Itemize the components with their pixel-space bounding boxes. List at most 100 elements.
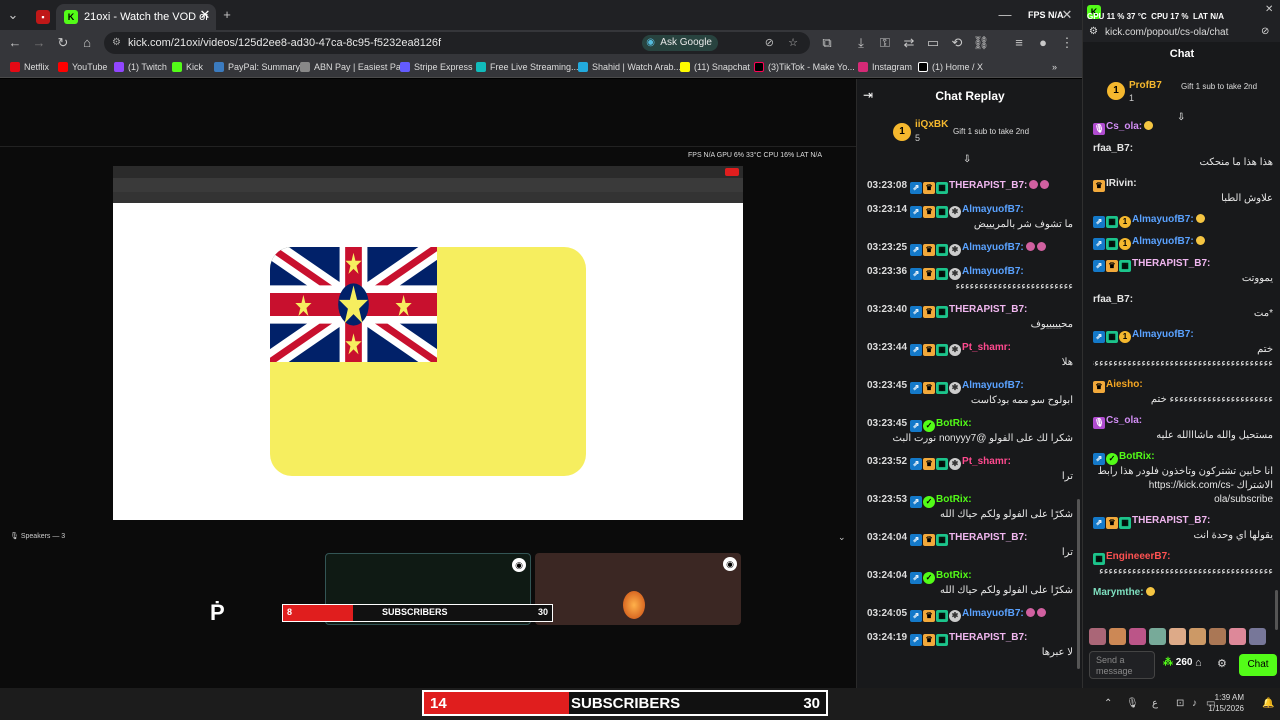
channel-points[interactable]: ⁂ 260 (1163, 657, 1192, 668)
viewer-avatar[interactable] (1189, 628, 1206, 645)
eye-off-icon[interactable]: ⊘ (1261, 26, 1269, 37)
store-icon[interactable]: ⌂ (1195, 657, 1202, 669)
minimize-icon[interactable]: — (996, 6, 1014, 24)
back-icon[interactable]: ← (6, 34, 24, 52)
extensions-icon[interactable]: ⧉ (818, 34, 836, 52)
profile-avatar[interactable]: ● (1034, 34, 1052, 52)
message-username[interactable]: Pt_shamr: (962, 456, 1011, 467)
bookmark-kick[interactable]: Kick (172, 59, 203, 75)
scroll-down-icon[interactable]: ⇩ (963, 154, 971, 165)
bookmark-snapchat[interactable]: (11) Snapchat (680, 59, 750, 75)
viewer-avatar[interactable] (1169, 628, 1186, 645)
viewer-avatar[interactable] (1209, 628, 1226, 645)
message-username[interactable]: Pt_shamr: (962, 342, 1011, 353)
bookmark-star-icon[interactable]: ☆ (788, 32, 798, 54)
message-username[interactable]: THERAPIST_B7: (949, 532, 1027, 543)
bookmarks-overflow-icon[interactable]: » (1052, 59, 1057, 75)
message-username[interactable]: Marymthe: (1093, 587, 1144, 598)
media-icon[interactable]: ≡ (1010, 34, 1028, 52)
bookmark-twitch[interactable]: (1) Twitch (114, 59, 167, 75)
reload-icon[interactable]: ↻ (54, 34, 72, 52)
menu-kebab-icon[interactable]: ⋮ (1058, 34, 1076, 52)
system-clock[interactable]: 1:39 AM 1/15/2026 (1208, 692, 1244, 714)
mod-badge-icon: ▦ (936, 634, 949, 646)
bookmark-x[interactable]: (1) Home / X (918, 59, 983, 75)
viewer-avatar[interactable] (1089, 628, 1106, 645)
tab-kick-pinned[interactable]: ▪ (28, 4, 54, 30)
mod-badge-icon: ▦ (936, 182, 949, 194)
network-icon[interactable]: ⊡ (1176, 698, 1184, 709)
bookmark-paypal[interactable]: PayPal: Summary (214, 59, 300, 75)
download-icon[interactable]: ⤓ (852, 34, 870, 52)
settings-gear-icon[interactable]: ⚙ (1217, 657, 1227, 670)
tray-chevron-icon[interactable]: ⌃ (1104, 698, 1112, 709)
message-username[interactable]: AlmayuofB7: (962, 380, 1024, 391)
chat-replay-scrollbar[interactable] (1077, 499, 1080, 669)
bookmark-netflix[interactable]: Netflix (10, 59, 49, 75)
message-username[interactable]: THERAPIST_B7: (949, 304, 1027, 315)
message-username[interactable]: BotRix: (936, 418, 972, 429)
message-username[interactable]: THERAPIST_B7: (1132, 515, 1210, 526)
message-username[interactable]: BotRix: (936, 494, 972, 505)
message-username[interactable]: AlmayuofB7: (1132, 236, 1194, 247)
bookmark-youtube[interactable]: YouTube (58, 59, 107, 75)
message-username[interactable]: AlmayuofB7: (1132, 214, 1194, 225)
notifications-bell-icon[interactable]: 🔔 (1262, 698, 1274, 709)
message-username[interactable]: BotRix: (1119, 451, 1155, 462)
message-username[interactable]: Cs_ola: (1106, 121, 1142, 132)
message-username[interactable]: rfaa_B7: (1093, 143, 1133, 154)
viewer-avatar[interactable] (1149, 628, 1166, 645)
key-icon[interactable]: ⚿ (876, 34, 894, 52)
card-icon[interactable]: ▭ (924, 34, 942, 52)
tab-active-vod[interactable]: K 21oxi - Watch the VOD on K (56, 4, 216, 30)
message-username[interactable]: AlmayuofB7: (962, 242, 1024, 253)
bookmark-shahid[interactable]: Shahid | Watch Arab... (578, 59, 681, 75)
popout-scrollbar[interactable] (1275, 590, 1278, 630)
tab-close-icon[interactable]: ✕ (196, 6, 214, 24)
message-username[interactable]: AlmayuofB7: (1132, 329, 1194, 340)
message-text: ختم ءءءءءءءءءءءءءءءءءءءءءءءءءءءءءءءءءءءء… (1093, 344, 1273, 369)
tab-search-icon[interactable]: ⌄ (4, 6, 22, 24)
viewer-avatar[interactable] (1249, 628, 1266, 645)
link-icon[interactable]: ⛓ (972, 34, 990, 52)
message-username[interactable]: AlmayuofB7: (962, 204, 1024, 215)
message-username[interactable]: THERAPIST_B7: (949, 180, 1027, 191)
message-username[interactable]: EngineeerB7: (1106, 551, 1170, 562)
forward-icon[interactable]: → (30, 34, 48, 52)
viewer-avatar[interactable] (1109, 628, 1126, 645)
message-username[interactable]: Aiesho: (1106, 379, 1143, 390)
message-username[interactable]: BotRix: (936, 570, 972, 581)
microphone-icon[interactable]: 🎙 (1126, 698, 1139, 709)
send-chat-button[interactable]: Chat (1239, 654, 1277, 676)
message-username[interactable]: THERAPIST_B7: (949, 632, 1027, 643)
home-icon[interactable]: ⌂ (78, 34, 96, 52)
site-info-icon[interactable]: ⚙ (112, 32, 121, 54)
chat-message: 03:23:40 ⇗ ♛ ▦ THERAPIST_B7: محيييييوف (867, 303, 1073, 332)
viewer-avatar[interactable] (1229, 628, 1246, 645)
message-username[interactable]: IRivin: (1106, 178, 1137, 189)
history-icon[interactable]: ⟲ (948, 34, 966, 52)
ask-google-button[interactable]: ◉ Ask Google (642, 35, 718, 51)
bookmark-instagram[interactable]: Instagram (858, 59, 912, 75)
eye-off-icon[interactable]: ⊘ (765, 32, 774, 54)
message-username[interactable]: THERAPIST_B7: (1132, 258, 1210, 269)
url-field[interactable]: ⚙ kick.com/21oxi/videos/125d2ee8-ad30-47… (104, 32, 810, 54)
volume-icon[interactable]: ♪ (1192, 698, 1197, 709)
chat-message-input[interactable]: Send a message (1089, 651, 1155, 679)
new-tab-icon[interactable]: + (218, 6, 236, 24)
close-window-icon[interactable]: ✕ (1058, 6, 1076, 24)
collapse-chevron-icon[interactable]: ⌄ (838, 532, 846, 543)
message-username[interactable]: AlmayuofB7: (962, 608, 1024, 619)
message-username[interactable]: AlmayuofB7: (962, 266, 1024, 277)
bookmark-tiktok[interactable]: (3)TikTok - Make Yo... (754, 59, 855, 75)
language-icon[interactable]: ع (1152, 698, 1158, 709)
viewer-avatar[interactable] (1129, 628, 1146, 645)
window-close-icon[interactable]: ✕ (1265, 4, 1273, 15)
site-info-icon[interactable]: ⚙ (1089, 26, 1098, 37)
bookmark-stripe[interactable]: Stripe Express (400, 59, 473, 75)
bookmark-free-live[interactable]: Free Live Streaming... (476, 59, 579, 75)
message-username[interactable]: Cs_ola: (1106, 415, 1142, 426)
translate-icon[interactable]: ⇄ (900, 34, 918, 52)
message-username[interactable]: rfaa_B7: (1093, 294, 1133, 305)
bookmark-abn[interactable]: ABN Pay | Easiest Pa... (300, 59, 408, 75)
